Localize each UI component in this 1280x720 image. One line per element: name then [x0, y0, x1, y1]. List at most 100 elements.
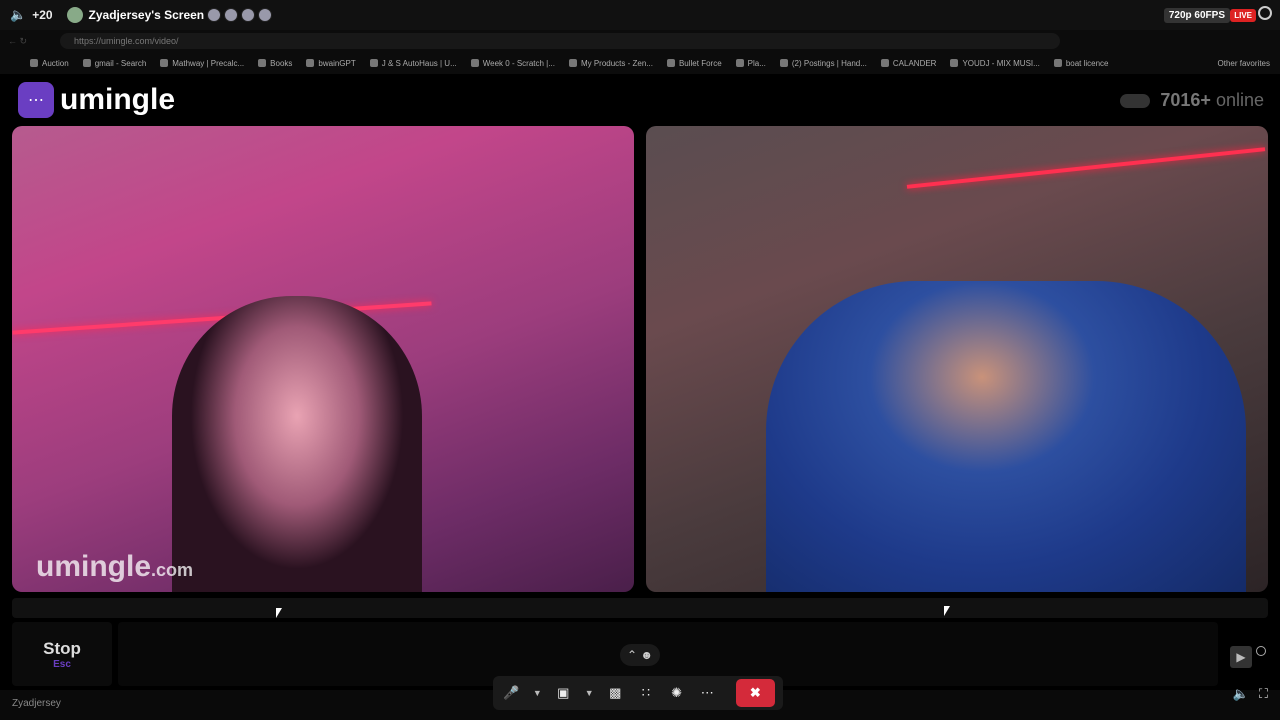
- viewer-avatar[interactable]: [207, 8, 222, 22]
- send-button[interactable]: ▶: [1230, 646, 1252, 668]
- viewer-avatar[interactable]: [224, 8, 239, 22]
- gear-icon[interactable]: [1258, 6, 1272, 20]
- browser-tab[interactable]: [434, 5, 574, 25]
- bookmark-icon: [568, 59, 577, 67]
- bookmark-label: gmail - Search: [94, 58, 147, 68]
- logo-text: umingle: [60, 83, 176, 116]
- bookmarks-bar: Auction gmail - Search Mathway | Precalc..…: [0, 52, 1280, 74]
- bookmark-item[interactable]: gmail - Search: [82, 58, 147, 68]
- bookmark-item[interactable]: Bullet Force: [666, 58, 722, 68]
- stream-quality-badge: 720p 60FPS: [1163, 8, 1230, 23]
- url-field[interactable]: https://umingle.com/video/: [60, 33, 1060, 49]
- call-controls: 🎤 ▼ ▣ ▼ ▩ ∷ ✺ ⋯ ✖: [493, 676, 783, 710]
- bookmark-icon: [160, 59, 169, 67]
- live-badge: LIVE: [1230, 9, 1256, 22]
- bookmark-icon: [470, 59, 479, 67]
- stop-button[interactable]: Stop Esc: [12, 622, 112, 686]
- volume-icon[interactable]: 🔈: [1233, 686, 1249, 702]
- stop-label: Stop: [43, 638, 81, 658]
- browser-tabs: [292, 5, 1000, 25]
- bookmark-icon: [306, 59, 315, 67]
- browser-tab[interactable]: [576, 5, 716, 25]
- participant-count[interactable]: +20: [32, 8, 52, 22]
- bookmark-label: (2) Postings | Hand...: [791, 58, 867, 68]
- bookmark-label: J & S AutoHaus | U...: [381, 58, 457, 68]
- expand-options-button[interactable]: ⌃ ☻: [620, 644, 660, 666]
- stop-shortcut: Esc: [53, 658, 71, 670]
- bookmark-label: Week 0 - Scratch |...: [482, 58, 555, 68]
- viewer-avatar[interactable]: [258, 8, 273, 22]
- watermark-suffix: .com: [151, 560, 194, 580]
- screen-title-text: Zyadjersey's Screen: [88, 8, 205, 22]
- bookmark-item[interactable]: boat licence: [1053, 58, 1109, 68]
- bookmark-label: bwainGPT: [318, 58, 356, 68]
- bookmark-label: Auction: [42, 58, 69, 68]
- other-favorites[interactable]: Other favorites: [1218, 59, 1270, 68]
- logo[interactable]: ⋯ umingle: [18, 82, 175, 118]
- bookmark-icon: [735, 59, 744, 67]
- browser-tab[interactable]: [718, 5, 858, 25]
- umingle-app: ⋯ umingle 7016+ online umingle.com Stop …: [0, 74, 1280, 690]
- self-figure: [766, 281, 1246, 592]
- stream-right-controls: 🔈 ⛶: [1233, 686, 1268, 702]
- theme-toggle[interactable]: [1120, 93, 1151, 108]
- status-bar: [12, 598, 1268, 618]
- avatar: [66, 7, 83, 23]
- fullscreen-icon[interactable]: ⛶: [1259, 686, 1268, 702]
- stream-title: Zyadjersey's Screen: [66, 7, 273, 23]
- apps-icon[interactable]: ∷: [636, 682, 657, 704]
- bookmark-item[interactable]: Books: [258, 59, 292, 68]
- bookmark-label: boat licence: [1065, 58, 1109, 68]
- stranger-video: umingle.com: [12, 126, 634, 592]
- bookmark-item[interactable]: YOUDJ - MIX MUSI...: [950, 58, 1040, 68]
- browser-tab[interactable]: [292, 5, 432, 25]
- bookmark-item[interactable]: (2) Postings | Hand...: [779, 58, 867, 68]
- bookmark-label: My Products - Zen...: [580, 58, 653, 68]
- online-indicator: 7016+ online: [1120, 90, 1264, 111]
- bookmark-icon: [1053, 59, 1062, 67]
- self-video: [646, 126, 1268, 592]
- screen-share-icon[interactable]: ▩: [605, 682, 626, 704]
- camera-off-icon[interactable]: ▣: [553, 682, 574, 704]
- online-count: 7016+: [1160, 90, 1211, 110]
- bookmark-label: Bullet Force: [678, 58, 722, 68]
- chevron-down-icon[interactable]: ▼: [532, 682, 543, 704]
- bookmark-item[interactable]: Auction: [30, 59, 69, 68]
- bookmark-item[interactable]: Mathway | Precalc...: [160, 59, 244, 68]
- bookmark-label: Pla...: [747, 58, 766, 68]
- mouse-cursor: [276, 608, 282, 618]
- mic-icon[interactable]: 🎤: [501, 682, 522, 704]
- volume-icon[interactable]: 🔈: [10, 7, 26, 23]
- end-call-button[interactable]: ✖: [735, 679, 776, 707]
- bookmark-icon: [950, 59, 959, 67]
- bookmark-label: YOUDJ - MIX MUSI...: [962, 58, 1040, 68]
- bookmark-item[interactable]: Pla...: [735, 58, 766, 68]
- bookmark-icon: [369, 59, 378, 67]
- bookmark-item[interactable]: J & S AutoHaus | U...: [369, 58, 457, 68]
- stream-top-bar: 🔈 +20 Zyadjersey's Screen 720p 60FPS LIV…: [0, 0, 1280, 30]
- chevron-down-icon[interactable]: ▼: [584, 682, 595, 704]
- mouse-cursor: [944, 606, 950, 616]
- bookmark-label: CALANDER: [892, 58, 937, 68]
- chat-bubble-icon: ⋯: [18, 82, 54, 118]
- reactions-icon[interactable]: ✺: [666, 682, 687, 704]
- presenter-name: Zyadjersey: [12, 698, 61, 709]
- watermark: umingle.com: [36, 550, 193, 584]
- bookmark-icon: [258, 59, 267, 67]
- bookmark-item[interactable]: Week 0 - Scratch |...: [470, 58, 555, 68]
- stranger-figure: [172, 296, 422, 592]
- viewer-avatar[interactable]: [241, 8, 256, 22]
- more-icon[interactable]: ⋯: [697, 682, 718, 704]
- bookmark-icon: [30, 59, 38, 67]
- nav-buttons[interactable]: ← ↻: [8, 36, 48, 47]
- bookmark-icon: [666, 59, 675, 67]
- zoom-icon[interactable]: [1256, 646, 1266, 656]
- browser-tab[interactable]: [860, 5, 1000, 25]
- bookmark-item[interactable]: CALANDER: [880, 58, 937, 68]
- bookmark-item[interactable]: bwainGPT: [306, 58, 356, 68]
- bookmark-label: Books: [270, 58, 293, 68]
- bookmark-icon: [880, 59, 889, 67]
- led-strip: [906, 147, 1266, 189]
- bookmark-label: Mathway | Precalc...: [172, 58, 245, 68]
- bookmark-item[interactable]: My Products - Zen...: [568, 58, 653, 68]
